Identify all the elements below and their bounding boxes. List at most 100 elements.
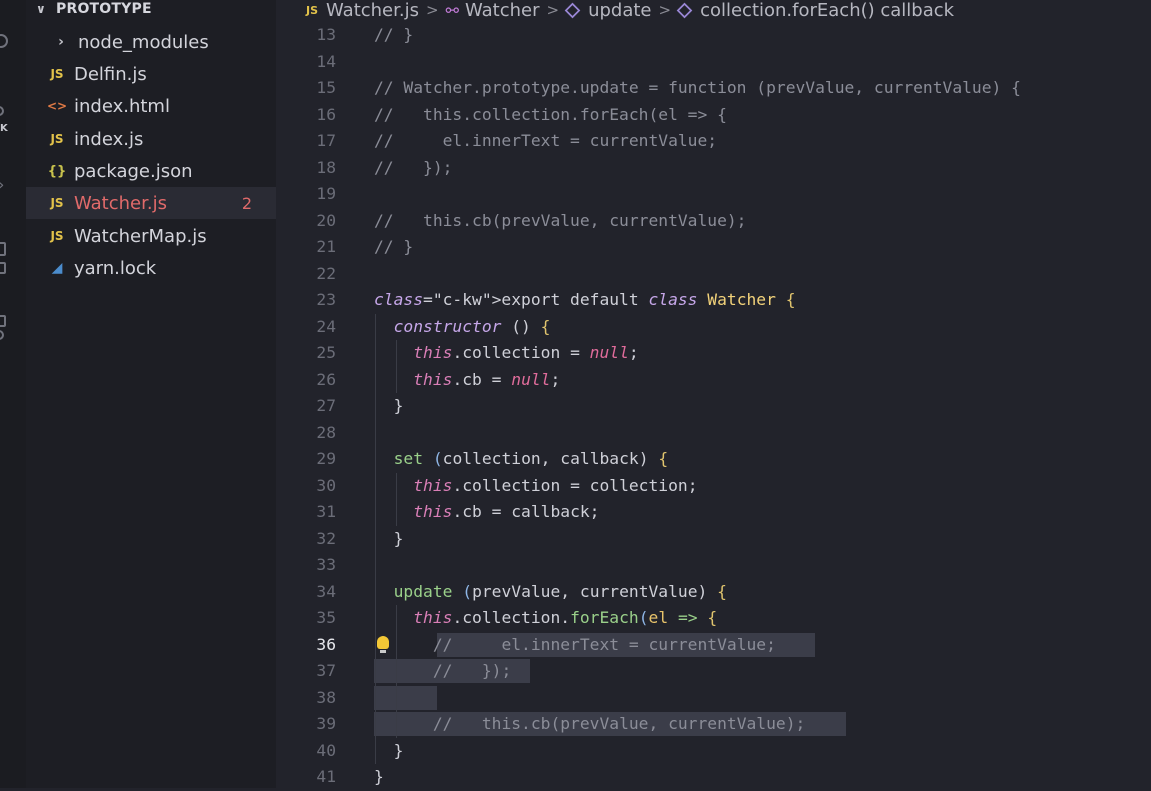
breadcrumb-callback[interactable]: collection.forEach() callback [676,0,954,21]
code-line[interactable]: 30 this.collection = collection; [276,473,1151,500]
line-number: 27 [316,396,336,415]
problem-count-badge: 2 [241,193,252,213]
line-number: 30 [316,475,336,495]
code-line[interactable]: 33 [276,552,1151,579]
code-text: this.collection.forEach(el => { [413,608,718,627]
line-number: 40 [316,740,336,760]
source-control-icon[interactable] [0,106,4,116]
code-line[interactable]: 39 // this.cb(prevValue, currentValue); [276,711,1151,738]
tree-file-watchermap-js[interactable]: JS WatcherMap.js [26,220,276,252]
code-line[interactable]: 38 [276,685,1151,712]
line-number: 23 [316,290,336,309]
line-number: 21 [316,237,336,256]
code-line[interactable]: 15 // Watcher.prototype.update = function… [276,75,1151,102]
line-number: 38 [316,687,336,707]
breadcrumb-method[interactable]: update [564,0,652,21]
code-text: } [374,740,404,760]
code-line[interactable]: 13 // } [276,22,1151,49]
code-editor[interactable]: JS Watcher.js > ⚯ Watcher > update > col… [276,0,1151,788]
tree-item-label: node_modules [78,31,209,53]
line-number: 20 [316,210,336,230]
code-text: // }); [432,661,512,680]
code-line[interactable]: 24 constructor () { [276,314,1151,341]
code-line[interactable]: 34 update (prevValue, currentValue) { [276,579,1151,606]
code-line[interactable]: 40 } [276,738,1151,765]
tree-file-index-html[interactable]: <> index.html [26,90,276,122]
code-text: } [374,767,384,786]
code-line[interactable]: 22 [276,261,1151,288]
code-line[interactable]: 36 // el.innerText = currentValue; [276,632,1151,659]
code-line[interactable]: 26 this.cb = null; [276,367,1151,394]
code-text: // this.cb(prevValue, currentValue); [432,714,806,733]
timeline-icon[interactable] [0,330,4,340]
code-text: // }); [374,157,453,177]
remote-icon[interactable] [0,262,6,274]
indent-guide [396,340,397,393]
line-number: 24 [316,316,336,336]
code-text: // el.innerText = currentValue; [432,634,776,654]
breadcrumb-class-label: Watcher [464,0,540,21]
explorer-section-header[interactable]: ∨ PROTOTYPE [32,0,152,18]
code-line[interactable]: 31 this.cb = callback; [276,499,1151,526]
breadcrumb-file[interactable]: JS Watcher.js [306,0,419,21]
indent-guide [396,605,397,738]
code-text: this.collection = null; [413,343,639,362]
code-text: // } [374,237,414,256]
lightbulb-icon[interactable] [377,635,389,653]
code-text: // this.cb(prevValue, currentValue); [374,210,747,230]
code-text: } [374,396,404,415]
chevron-right-icon: > [425,1,439,19]
code-line[interactable]: 23 class="c-kw">export default class Watc… [276,287,1151,314]
tree-item-label: WatcherMap.js [74,225,207,247]
line-number: 32 [316,528,336,548]
line-number: 26 [316,369,336,389]
code-text: this.collection = collection; [413,475,698,495]
code-line[interactable]: 29 set (collection, callback) { [276,446,1151,473]
activity-partial-label: K [0,123,8,134]
tree-file-index-js[interactable]: JS index.js [26,123,276,155]
line-number: 35 [316,608,336,627]
tree-folder-node-modules[interactable]: › node_modules [26,26,276,58]
breadcrumb-method-label: update [588,0,652,21]
code-line[interactable]: 28 [276,420,1151,447]
line-number: 13 [316,25,336,44]
js-file-icon: JS [50,229,64,243]
code-line[interactable]: 32 } [276,526,1151,553]
code-text: class="c-kw">export default class Watche… [374,290,796,309]
tree-item-label: index.js [74,128,144,150]
code-line[interactable]: 17 // el.innerText = currentValue; [276,128,1151,155]
code-line[interactable]: 19 [276,181,1151,208]
tree-file-package-json[interactable]: {} package.json [26,155,276,187]
js-file-icon: JS [50,196,64,210]
tree-file-yarn-lock[interactable]: ◢ yarn.lock [26,252,276,284]
code-text: this.cb = null; [413,369,561,389]
code-line[interactable]: 27 } [276,393,1151,420]
code-text: update (prevValue, currentValue) { [393,581,727,601]
code-line[interactable]: 41} [276,764,1151,791]
run-debug-icon[interactable]: › [0,175,4,194]
testing-icon[interactable] [0,315,6,327]
code-text: // } [374,25,414,44]
breadcrumb-class[interactable]: ⚯ Watcher [446,0,540,21]
extensions-icon[interactable] [0,242,6,256]
code-line[interactable]: 20 // this.cb(prevValue, currentValue); [276,208,1151,235]
tree-file-delfin-js[interactable]: JS Delfin.js [26,58,276,90]
breadcrumb: JS Watcher.js > ⚯ Watcher > update > col… [306,0,954,21]
code-line[interactable]: 37 // }); [276,658,1151,685]
code-line[interactable]: 21 // } [276,234,1151,261]
code-line[interactable]: 16 // this.collection.forEach(el => { [276,102,1151,129]
code-line[interactable]: 25 this.collection = null; [276,340,1151,367]
code-line[interactable]: 14 [276,49,1151,76]
indent-guide [375,313,376,764]
activity-bar: K › [0,0,26,788]
code-line[interactable]: 18 // }); [276,155,1151,182]
class-symbol-icon: ⚯ [445,0,459,20]
code-line[interactable]: 35 this.collection.forEach(el => { [276,605,1151,632]
tree-file-watcher-js[interactable]: JS Watcher.js 2 [26,187,276,219]
breadcrumb-file-label: Watcher.js [326,0,419,21]
js-file-icon: JS [50,132,64,146]
explorer-sidebar: ∨ PROTOTYPE › node_modules JS Delfin.js … [26,0,276,788]
tree-item-label: Watcher.js [74,192,167,214]
search-icon[interactable] [0,34,8,48]
line-number: 18 [316,157,336,177]
